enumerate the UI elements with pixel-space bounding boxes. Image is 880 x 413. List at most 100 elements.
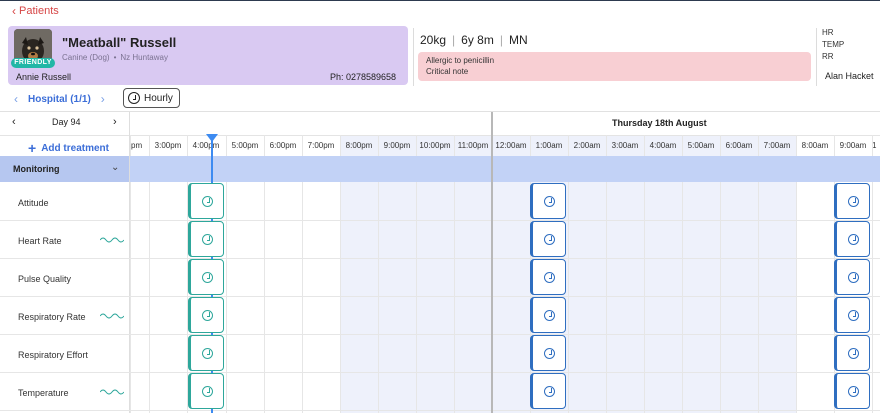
vital-hr: HR	[822, 28, 834, 37]
patient-stats: 20kg | 6y 8m | MN	[420, 33, 528, 47]
hour-label: 6:00pm	[269, 141, 297, 150]
hour-label: 7:00am	[763, 141, 791, 150]
treatment-cell-due[interactable]	[530, 183, 566, 219]
treatment-cell-completed[interactable]	[188, 183, 224, 219]
hour-label: 4:00am	[649, 141, 677, 150]
owner-name: Annie Russell	[16, 72, 72, 82]
clock-icon	[128, 92, 140, 104]
hourly-label: Hourly	[144, 92, 173, 104]
current-time-marker	[206, 134, 218, 142]
hour-label: 10:00pm	[419, 141, 451, 150]
row-divider	[0, 410, 880, 411]
clock-icon	[543, 195, 555, 207]
treatment-cell-due[interactable]	[834, 183, 870, 219]
treatment-cell-completed[interactable]	[188, 373, 224, 409]
chevron-left-icon[interactable]: ‹	[12, 116, 16, 128]
card-divider	[413, 28, 414, 86]
treatment-row-label[interactable]: Pulse Quality	[18, 274, 71, 284]
clock-icon	[201, 271, 213, 283]
treatment-row-label[interactable]: Temperature	[18, 388, 69, 398]
stat-separator: |	[499, 33, 503, 47]
chart-trend-icon[interactable]	[100, 312, 124, 320]
row-divider	[0, 258, 880, 259]
clock-icon	[847, 271, 859, 283]
top-bar	[0, 0, 880, 24]
alert-critical-note: Critical note	[426, 67, 469, 76]
row-divider	[0, 334, 880, 335]
treatment-cell-due[interactable]	[834, 297, 870, 333]
chevron-right-icon[interactable]: ›	[113, 116, 117, 128]
treatment-row-label[interactable]: Attitude	[18, 198, 49, 208]
hour-label: 2:00am	[573, 141, 601, 150]
day-label: Day 94	[52, 117, 81, 127]
clock-icon	[201, 233, 213, 245]
hour-label: pm	[131, 141, 143, 150]
treatment-cell-due[interactable]	[834, 335, 870, 371]
owner-phone: Ph: 0278589658	[330, 72, 397, 82]
hour-label: 6:00am	[725, 141, 753, 150]
treatment-cell-completed[interactable]	[188, 335, 224, 371]
chevron-down-icon[interactable]: ⌄	[111, 162, 119, 173]
clock-icon	[847, 385, 859, 397]
breed: Nz Huntaway	[120, 53, 168, 62]
hour-label: 12:00am	[495, 141, 527, 150]
treatment-row-label[interactable]: Respiratory Rate	[18, 312, 86, 322]
hour-label: 1:00am	[535, 141, 563, 150]
vital-temp: TEMP	[822, 40, 845, 49]
chevron-left-icon: ‹	[12, 3, 16, 18]
clock-icon	[201, 195, 213, 207]
clock-icon	[847, 347, 859, 359]
sex: MN	[508, 33, 528, 47]
clock-icon	[847, 195, 859, 207]
hospital-label[interactable]: Hospital (1/1)	[28, 94, 91, 105]
treatment-row-label[interactable]: Respiratory Effort	[18, 350, 88, 360]
monitoring-label: Monitoring	[13, 164, 60, 174]
plus-icon: +	[28, 140, 37, 156]
hour-label: 3:00pm	[154, 141, 182, 150]
vitals-divider	[816, 28, 817, 86]
clock-icon	[543, 271, 555, 283]
hour-label: 5:00pm	[231, 141, 259, 150]
clock-icon	[847, 233, 859, 245]
friendly-badge: FRIENDLY	[11, 58, 55, 68]
add-treatment-button[interactable]: + Add treatment	[28, 140, 109, 156]
treatment-cell-completed[interactable]	[188, 221, 224, 257]
clock-icon	[543, 347, 555, 359]
add-treatment-label: Add treatment	[41, 142, 109, 154]
bullet-separator: •	[113, 53, 117, 62]
assigned-staff: Alan Hacket	[825, 71, 874, 81]
chevron-right-icon[interactable]: ›	[101, 92, 105, 106]
hour-label: 4:00pm	[192, 141, 220, 150]
row-divider	[0, 372, 880, 373]
chevron-left-icon[interactable]: ‹	[14, 92, 18, 106]
treatment-cell-due[interactable]	[834, 221, 870, 257]
header-divider	[0, 135, 880, 136]
hour-label: 11:00pm	[457, 141, 489, 150]
treatment-cell-completed[interactable]	[188, 297, 224, 333]
clock-icon	[847, 309, 859, 321]
hourly-view-button[interactable]: Hourly	[123, 88, 180, 108]
back-to-patients-link[interactable]: ‹ Patients	[12, 3, 59, 18]
clock-icon	[201, 309, 213, 321]
treatment-cell-due[interactable]	[530, 297, 566, 333]
treatment-cell-due[interactable]	[530, 373, 566, 409]
chart-trend-icon[interactable]	[100, 388, 124, 396]
stat-separator: |	[452, 33, 456, 47]
row-divider	[0, 296, 880, 297]
treatment-cell-due[interactable]	[530, 335, 566, 371]
treatment-cell-due[interactable]	[834, 259, 870, 295]
hospital-nav: ‹ Hospital (1/1) ›	[14, 92, 105, 106]
treatment-cell-due[interactable]	[530, 259, 566, 295]
monitoring-group-row	[0, 156, 880, 182]
vital-rr: RR	[822, 52, 834, 61]
treatment-row-label[interactable]: Heart Rate	[18, 236, 62, 246]
treatment-cell-due[interactable]	[530, 221, 566, 257]
clock-icon	[201, 347, 213, 359]
treatment-cell-completed[interactable]	[188, 259, 224, 295]
chart-trend-icon[interactable]	[100, 236, 124, 244]
treatment-cell-due[interactable]	[834, 373, 870, 409]
hour-label: 7:00pm	[307, 141, 335, 150]
age: 6y 8m	[461, 33, 494, 47]
hour-label: 9:00am	[839, 141, 867, 150]
alert-allergy: Allergic to penicillin	[426, 56, 495, 65]
